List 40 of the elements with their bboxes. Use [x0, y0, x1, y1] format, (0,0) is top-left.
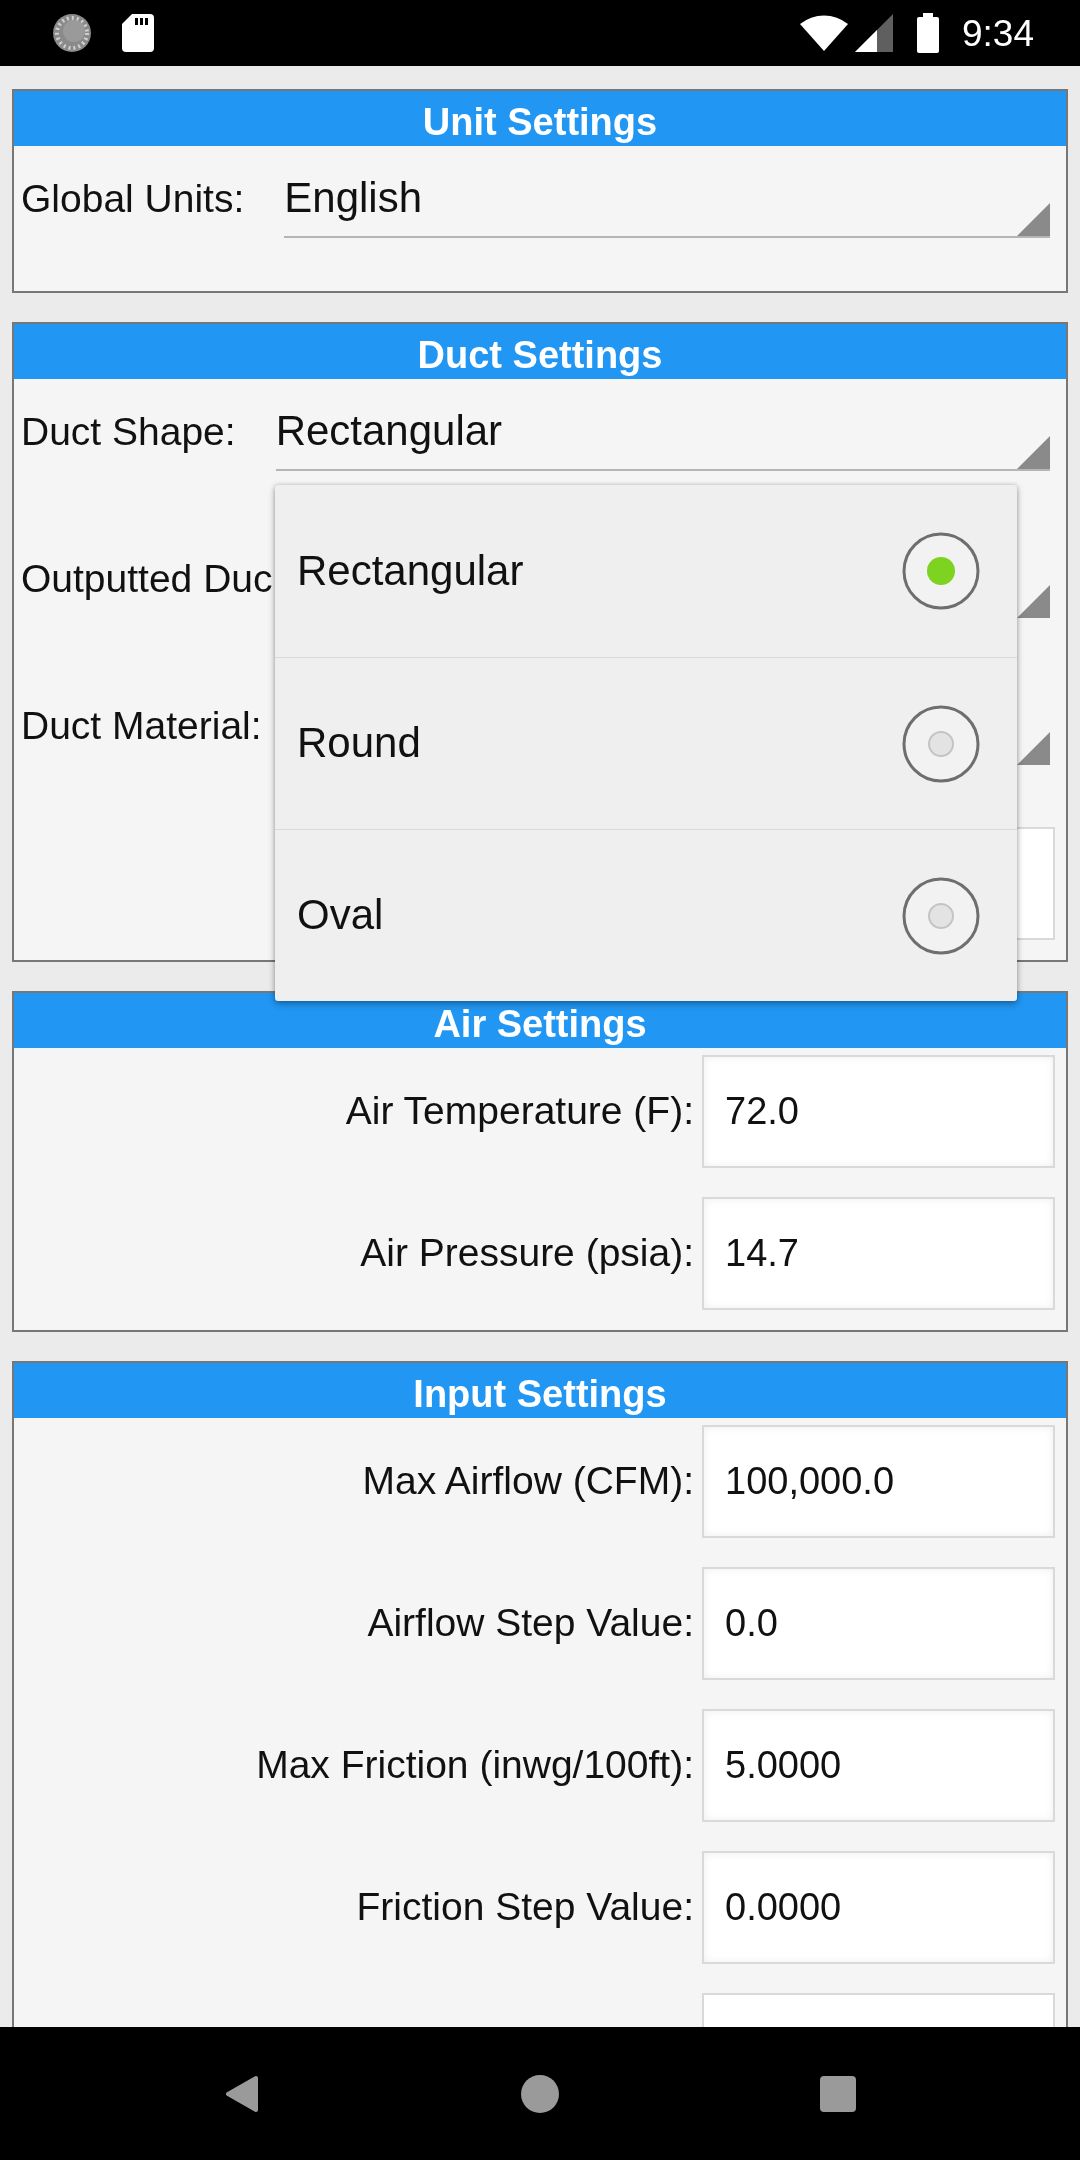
recents-icon[interactable]	[820, 2075, 856, 2112]
corner-triangle-icon[interactable]	[1017, 732, 1050, 765]
field-label: Duct Material:	[21, 703, 262, 749]
menu-option[interactable]: Round	[275, 657, 1017, 829]
battery-icon	[917, 13, 939, 53]
signal-icon	[855, 14, 893, 52]
field-label: Duct Shape:	[21, 409, 236, 455]
input-field[interactable]: 5.0000	[702, 1709, 1055, 1822]
back-icon[interactable]	[225, 2074, 259, 2113]
section-title: Unit Settings	[422, 103, 658, 141]
corner-triangle-icon	[1017, 436, 1050, 469]
field-label: Air Pressure (psia):	[359, 1231, 694, 1276]
dotted-circle-icon	[52, 13, 92, 53]
input-field[interactable]: 14.7	[702, 1197, 1055, 1310]
dropdown-field[interactable]: Rectangular	[275, 393, 1050, 471]
corner-triangle-icon	[1017, 203, 1050, 236]
menu-option[interactable]: Rectangular	[275, 485, 1017, 657]
input-field[interactable]: 0.0000	[702, 1851, 1055, 1964]
section-title: Duct Settings	[417, 336, 663, 374]
field-label: Air Temperature (F):	[344, 1089, 694, 1134]
input-field[interactable]	[702, 1993, 1055, 2027]
corner-triangle-icon[interactable]	[1017, 585, 1050, 618]
wifi-icon	[800, 15, 848, 51]
input-field[interactable]	[1017, 827, 1055, 940]
section-title: Input Settings	[413, 1375, 667, 1413]
home-icon[interactable]	[521, 2074, 559, 2113]
input-field[interactable]: 0.0	[702, 1567, 1055, 1680]
field-label: Airflow Step Value:	[366, 1601, 694, 1646]
field-label: Global Units:	[21, 176, 245, 222]
input-field[interactable]: 72.0	[702, 1055, 1055, 1168]
input-field[interactable]: 100,000.0	[702, 1425, 1055, 1538]
sd-card-icon	[122, 14, 154, 52]
field-label: Friction Step Value:	[355, 1885, 694, 1930]
field-label: Max Airflow (CFM):	[361, 1459, 694, 1504]
field-label: Outputted Duc	[21, 556, 273, 602]
field-label: Max Friction (inwg/100ft):	[255, 1743, 694, 1788]
status-time: 9:34	[962, 14, 1034, 52]
section-title: Air Settings	[433, 1005, 647, 1043]
menu-option[interactable]: Oval	[275, 829, 1017, 1001]
dropdown-field[interactable]: English	[284, 160, 1050, 238]
